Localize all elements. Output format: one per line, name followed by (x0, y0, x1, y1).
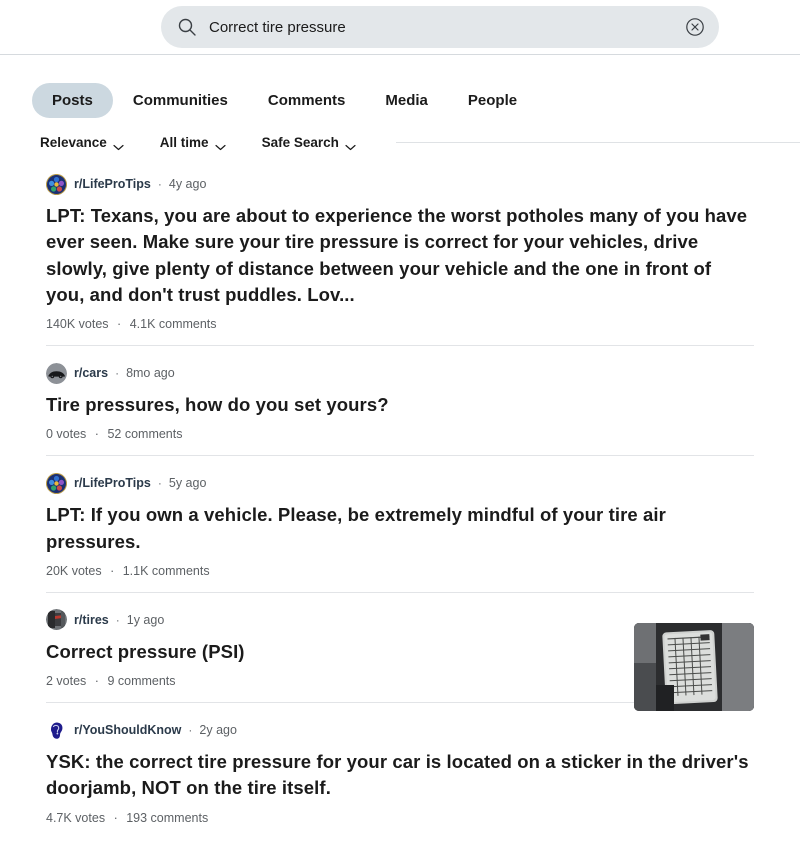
post-meta: 0 votes · 52 comments (46, 427, 754, 441)
post-age: 1y ago (126, 612, 165, 627)
search-result-item[interactable]: r/LifeProTips · 4y ago LPT: Texans, you … (0, 173, 800, 345)
result-type-tabs: Posts Communities Comments Media People (0, 80, 800, 120)
filter-safe-search[interactable]: Safe Search (262, 135, 356, 150)
tab-people[interactable]: People (448, 83, 537, 118)
meta-separator: · (117, 317, 122, 332)
post-header: r/LifeProTips · 4y ago (46, 173, 754, 195)
search-bar[interactable]: Correct tire pressure (161, 6, 719, 48)
post-header: r/YouShouldKnow · 2y ago (46, 719, 754, 741)
chevron-down-icon (214, 139, 226, 150)
comment-count: 4.1K comments (129, 317, 217, 332)
subreddit-link[interactable]: r/cars (74, 366, 108, 380)
filter-time-label: All time (159, 134, 209, 150)
search-icon (177, 17, 197, 37)
post-header: r/cars · 8mo ago (46, 362, 754, 384)
search-results-list: r/LifeProTips · 4y ago LPT: Texans, you … (0, 173, 800, 839)
subreddit-link[interactable]: r/LifeProTips (74, 476, 151, 490)
chevron-down-icon (345, 139, 356, 150)
search-result-item[interactable]: r/tires · 1y ago Correct pressure (PSI) … (0, 593, 800, 711)
youshouldknow-avatar (46, 719, 67, 741)
meta-separator: · (115, 612, 120, 627)
meta-separator: · (188, 723, 193, 738)
comment-count: 9 comments (107, 674, 176, 689)
tab-communities[interactable]: Communities (113, 83, 248, 118)
meta-separator: · (115, 366, 120, 381)
tab-media[interactable]: Media (365, 83, 448, 118)
filter-divider (395, 141, 800, 143)
post-age: 2y ago (199, 723, 237, 738)
chevron-down-icon (113, 139, 124, 150)
post-title[interactable]: YSK: the correct tire pressure for your … (46, 749, 754, 802)
post-meta: 140K votes · 4.1K comments (46, 317, 754, 331)
subreddit-link[interactable]: r/YouShouldKnow (74, 723, 181, 737)
meta-separator: · (157, 476, 162, 491)
post-header: r/LifeProTips · 5y ago (46, 472, 754, 494)
subreddit-link[interactable]: r/LifeProTips (74, 177, 151, 191)
post-meta: 4.7K votes · 193 comments (46, 811, 754, 825)
meta-separator: · (110, 563, 115, 578)
post-title[interactable]: LPT: Texans, you are about to experience… (46, 203, 754, 308)
search-result-item[interactable]: r/YouShouldKnow · 2y ago YSK: the correc… (0, 703, 800, 839)
post-meta: 2 votes · 9 comments (46, 674, 614, 688)
search-result-item[interactable]: r/cars · 8mo ago Tire pressures, how do … (0, 346, 800, 455)
filter-relevance-label: Relevance (40, 134, 107, 150)
tab-posts[interactable]: Posts (32, 82, 113, 118)
comment-count: 52 comments (107, 427, 183, 442)
clear-circle-icon[interactable] (685, 17, 705, 37)
filter-time[interactable]: All time (160, 135, 226, 150)
subreddit-link[interactable]: r/tires (74, 613, 109, 627)
search-header: Correct tire pressure (0, 0, 800, 55)
post-title[interactable]: Correct pressure (PSI) (46, 639, 614, 665)
post-title[interactable]: Tire pressures, how do you set yours? (46, 392, 754, 418)
meta-separator: · (94, 674, 99, 689)
comment-count: 193 comments (126, 810, 209, 825)
post-age: 5y ago (168, 476, 207, 491)
vote-count: 20K votes (46, 563, 102, 578)
vote-count: 2 votes (46, 674, 87, 689)
vote-count: 140K votes (46, 317, 109, 332)
lifeprotips-avatar (46, 173, 67, 195)
tires-avatar (46, 609, 67, 631)
tab-comments[interactable]: Comments (248, 83, 366, 118)
post-age: 8mo ago (126, 366, 175, 381)
post-meta: 20K votes · 1.1K comments (46, 564, 754, 578)
comment-count: 1.1K comments (122, 563, 210, 578)
search-input[interactable]: Correct tire pressure (209, 19, 685, 36)
cars-avatar (46, 362, 67, 384)
meta-separator: · (94, 427, 99, 442)
filter-safe-search-label: Safe Search (261, 134, 339, 150)
meta-separator: · (157, 177, 162, 191)
search-result-item[interactable]: r/LifeProTips · 5y ago LPT: If you own a… (0, 456, 800, 592)
filter-bar: Relevance All time Safe Search (0, 128, 800, 156)
post-age: 4y ago (168, 177, 207, 191)
post-thumbnail[interactable] (634, 622, 754, 711)
post-title[interactable]: LPT: If you own a vehicle. Please, be ex… (46, 502, 754, 555)
vote-count: 4.7K votes (46, 810, 106, 825)
meta-separator: · (113, 810, 118, 825)
vote-count: 0 votes (46, 427, 87, 442)
filter-relevance[interactable]: Relevance (40, 135, 124, 150)
lifeprotips-avatar (46, 472, 67, 494)
